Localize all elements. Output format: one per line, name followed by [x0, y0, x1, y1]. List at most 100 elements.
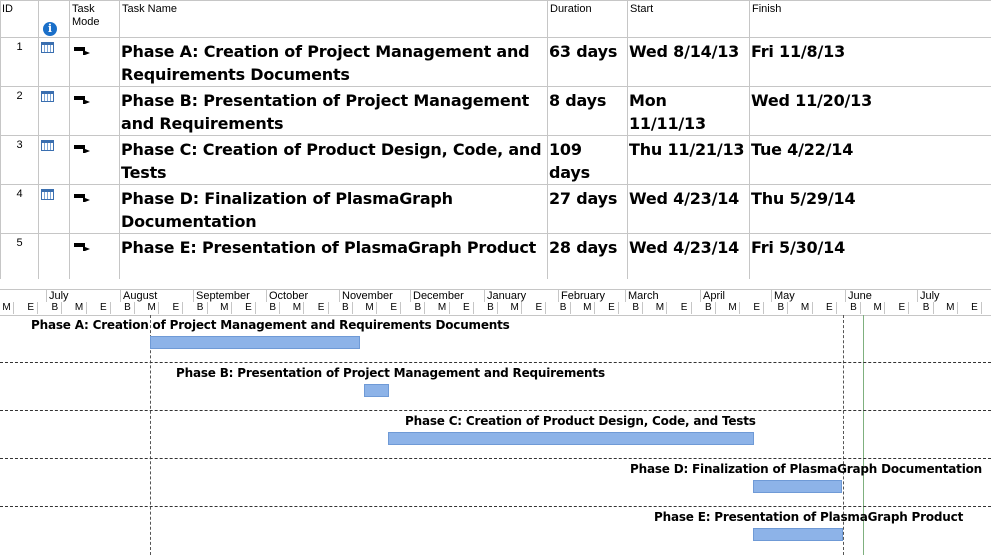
task-mode-cell[interactable]: [69, 86, 120, 136]
timescale-subunit: B: [920, 302, 934, 314]
timescale-subunit: E: [460, 302, 474, 314]
column-header-task-mode[interactable]: Task Mode: [69, 0, 120, 38]
timescale-month: November: [339, 290, 393, 302]
timescale-subunit: M: [0, 302, 14, 314]
task-row[interactable]: 5 Phase E: Presentation of PlasmaGraph P…: [0, 233, 991, 283]
gantt-bar[interactable]: [364, 384, 389, 397]
finish-cell[interactable]: Fri 11/8/13: [749, 37, 991, 87]
timescale-subunit: B: [484, 302, 498, 314]
timescale-subunit: E: [605, 302, 619, 314]
indicator-cell[interactable]: [38, 233, 70, 283]
column-header-duration[interactable]: Duration: [547, 0, 628, 38]
task-id-cell[interactable]: 2: [0, 86, 39, 136]
auto-scheduled-task-icon: [74, 194, 90, 202]
gantt-timescale[interactable]: July August September October November D…: [0, 289, 991, 316]
timescale-subunit: B: [411, 302, 426, 314]
task-row[interactable]: 3 Phase C: Creation of Product Design, C…: [0, 135, 991, 185]
start-cell[interactable]: Mon 11/11/13: [627, 86, 750, 136]
column-header-start[interactable]: Start: [627, 0, 750, 38]
timescale-subunit: E: [24, 302, 39, 314]
task-name-cell[interactable]: Phase D: Finalization of PlasmaGraph Doc…: [119, 184, 548, 234]
timescale-month: October: [266, 290, 308, 302]
finish-cell[interactable]: Thu 5/29/14: [749, 184, 991, 234]
timescale-subunit: E: [169, 302, 184, 314]
task-id-cell[interactable]: 3: [0, 135, 39, 185]
task-id-cell[interactable]: 5: [0, 233, 39, 283]
timescale-month: August: [120, 290, 157, 302]
finish-cell[interactable]: Wed 11/20/13: [749, 86, 991, 136]
timescale-subunit: E: [387, 302, 402, 314]
timescale-subunit: B: [774, 302, 789, 314]
gantt-bar-label: Phase A: Creation of Project Management …: [31, 318, 510, 332]
start-cell[interactable]: Wed 4/23/14: [627, 184, 750, 234]
gantt-bar-label: Phase B: Presentation of Project Managem…: [176, 366, 605, 380]
duration-cell[interactable]: 63 days: [547, 37, 628, 87]
timescale-subunit: M: [944, 302, 958, 314]
calendar-icon: [41, 91, 54, 102]
task-row[interactable]: 4 Phase D: Finalization of PlasmaGraph D…: [0, 184, 991, 234]
timescale-month: September: [193, 290, 250, 302]
start-cell[interactable]: Thu 11/21/13: [627, 135, 750, 185]
auto-scheduled-task-icon: [74, 47, 90, 55]
timescale-subunit: E: [968, 302, 982, 314]
gantt-bar[interactable]: [150, 336, 360, 349]
timescale-subunit: M: [726, 302, 740, 314]
timescale-subunit: B: [194, 302, 208, 314]
column-header-id[interactable]: ID: [0, 0, 39, 38]
duration-cell[interactable]: 8 days: [547, 86, 628, 136]
auto-scheduled-task-icon: [74, 145, 90, 153]
indicator-cell[interactable]: [38, 37, 70, 87]
info-icon: i: [43, 22, 57, 36]
task-mode-cell[interactable]: [69, 37, 120, 87]
finish-cell[interactable]: Tue 4/22/14: [749, 135, 991, 185]
task-mode-cell[interactable]: [69, 184, 120, 234]
timescale-month: June: [845, 290, 872, 302]
task-row[interactable]: 1 Phase A: Creation of Project Managemen…: [0, 37, 991, 87]
gantt-chart[interactable]: Phase A: Creation of Project Management …: [0, 315, 991, 555]
task-id-cell[interactable]: 1: [0, 37, 39, 87]
timescale-month: December: [410, 290, 464, 302]
timescale-subunit: B: [629, 302, 644, 314]
timescale-subunit: B: [339, 302, 353, 314]
indicator-cell[interactable]: [38, 184, 70, 234]
auto-scheduled-task-icon: [74, 243, 90, 251]
duration-cell[interactable]: 109 days: [547, 135, 628, 185]
column-header-indicators[interactable]: i: [38, 0, 70, 38]
timescale-subunit: B: [702, 302, 716, 314]
timescale-subunit: M: [653, 302, 668, 314]
calendar-icon: [41, 42, 54, 53]
task-name-cell[interactable]: Phase C: Creation of Product Design, Cod…: [119, 135, 548, 185]
pane-divider[interactable]: [0, 279, 991, 289]
task-row[interactable]: 2 Phase B: Presentation of Project Manag…: [0, 86, 991, 136]
auto-scheduled-task-icon: [74, 96, 90, 104]
timescale-month: May: [771, 290, 795, 302]
column-header-finish[interactable]: Finish: [749, 0, 991, 38]
gantt-bar-label: Phase D: Finalization of PlasmaGraph Doc…: [630, 462, 982, 476]
timescale-subunit: E: [678, 302, 692, 314]
task-name-cell[interactable]: Phase B: Presentation of Project Managem…: [119, 86, 548, 136]
indicator-cell[interactable]: [38, 86, 70, 136]
timescale-subunit: M: [145, 302, 160, 314]
start-cell[interactable]: Wed 4/23/14: [627, 233, 750, 283]
column-header-task-name[interactable]: Task Name: [119, 0, 548, 38]
gantt-bar[interactable]: [388, 432, 754, 445]
task-mode-cell[interactable]: [69, 135, 120, 185]
task-name-cell[interactable]: Phase E: Presentation of PlasmaGraph Pro…: [119, 233, 548, 283]
timescale-subunit: M: [436, 302, 450, 314]
gantt-bar[interactable]: [753, 480, 842, 493]
duration-cell[interactable]: 27 days: [547, 184, 628, 234]
start-cell[interactable]: Wed 8/14/13: [627, 37, 750, 87]
timescale-subunit: M: [218, 302, 232, 314]
gantt-bar[interactable]: [753, 528, 843, 541]
task-mode-cell[interactable]: [69, 233, 120, 283]
finish-cell[interactable]: Fri 5/30/14: [749, 233, 991, 283]
task-name-cell[interactable]: Phase A: Creation of Project Management …: [119, 37, 548, 87]
duration-cell[interactable]: 28 days: [547, 233, 628, 283]
row-separator: [0, 362, 991, 363]
task-id-cell[interactable]: 4: [0, 184, 39, 234]
row-separator: [0, 458, 991, 459]
indicator-cell[interactable]: [38, 135, 70, 185]
calendar-icon: [41, 189, 54, 200]
timescale-month: March: [625, 290, 659, 302]
timescale-subunit: M: [363, 302, 377, 314]
